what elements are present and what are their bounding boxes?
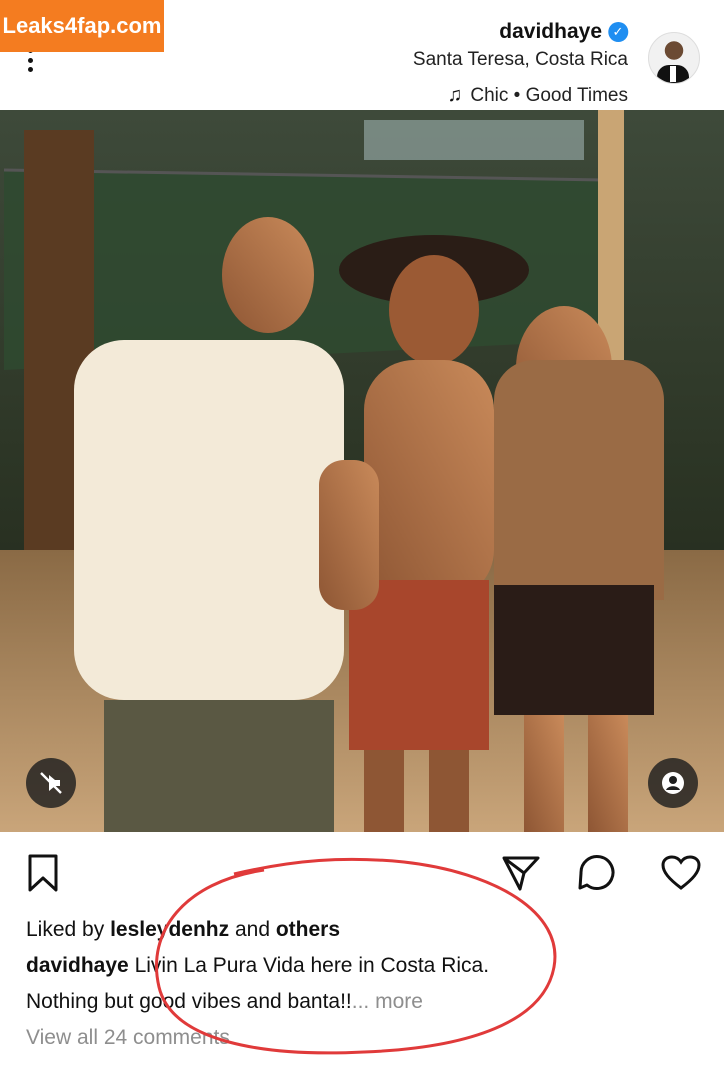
caption-text: Liked by lesleydenhz and others davidhay… (26, 912, 706, 1056)
caption-block: Liked by lesleydenhz and others davidhay… (0, 912, 724, 1080)
username[interactable]: davidhaye (499, 20, 602, 44)
caption-line-2: Nothing but good vibes and banta!!... mo… (26, 984, 706, 1020)
action-bar (0, 838, 724, 910)
paper-plane-icon[interactable] (498, 850, 544, 896)
liked-by-line[interactable]: Liked by lesleydenhz and others (26, 912, 706, 948)
music-note-icon: ♫ (447, 84, 463, 106)
comment-icon[interactable] (574, 850, 620, 896)
heart-icon[interactable] (658, 850, 704, 896)
watermark-logo: Leaks4fap.com (0, 0, 164, 52)
avatar-shirt (670, 66, 676, 82)
photo-illustration (0, 110, 724, 832)
audio-muted-icon[interactable] (26, 758, 76, 808)
liked-user[interactable]: lesleydenhz (110, 918, 229, 941)
mirrored-screen: davidhaye ✓ Santa Teresa, Costa Rica ♫ C… (0, 0, 724, 1080)
music-track: Chic • Good Times (470, 84, 628, 106)
caption-line-1: davidhaye Livin La Pura Vida here in Cos… (26, 948, 706, 984)
location-label[interactable]: Santa Teresa, Costa Rica (413, 49, 628, 71)
caption-text-2: Nothing but good vibes and banta!! (26, 990, 352, 1013)
verified-badge-icon: ✓ (608, 22, 628, 42)
bookmark-icon[interactable] (20, 850, 66, 896)
username-row: davidhaye ✓ (499, 20, 628, 44)
music-row[interactable]: ♫ Chic • Good Times (447, 84, 628, 107)
avatar[interactable] (648, 32, 700, 84)
liked-and: and (234, 918, 271, 941)
view-comments-link[interactable]: View all 24 comments (26, 1020, 706, 1056)
liked-prefix: Liked by (26, 918, 105, 941)
post-photo[interactable] (0, 110, 724, 832)
liked-others[interactable]: others (276, 918, 340, 941)
caption-more-link[interactable]: ... more (352, 990, 423, 1013)
caption-text-1: Livin La Pura Vida here in Costa Rica. (134, 954, 490, 977)
caption-author[interactable]: davidhaye (26, 954, 129, 977)
tagged-people-icon[interactable] (648, 758, 698, 808)
